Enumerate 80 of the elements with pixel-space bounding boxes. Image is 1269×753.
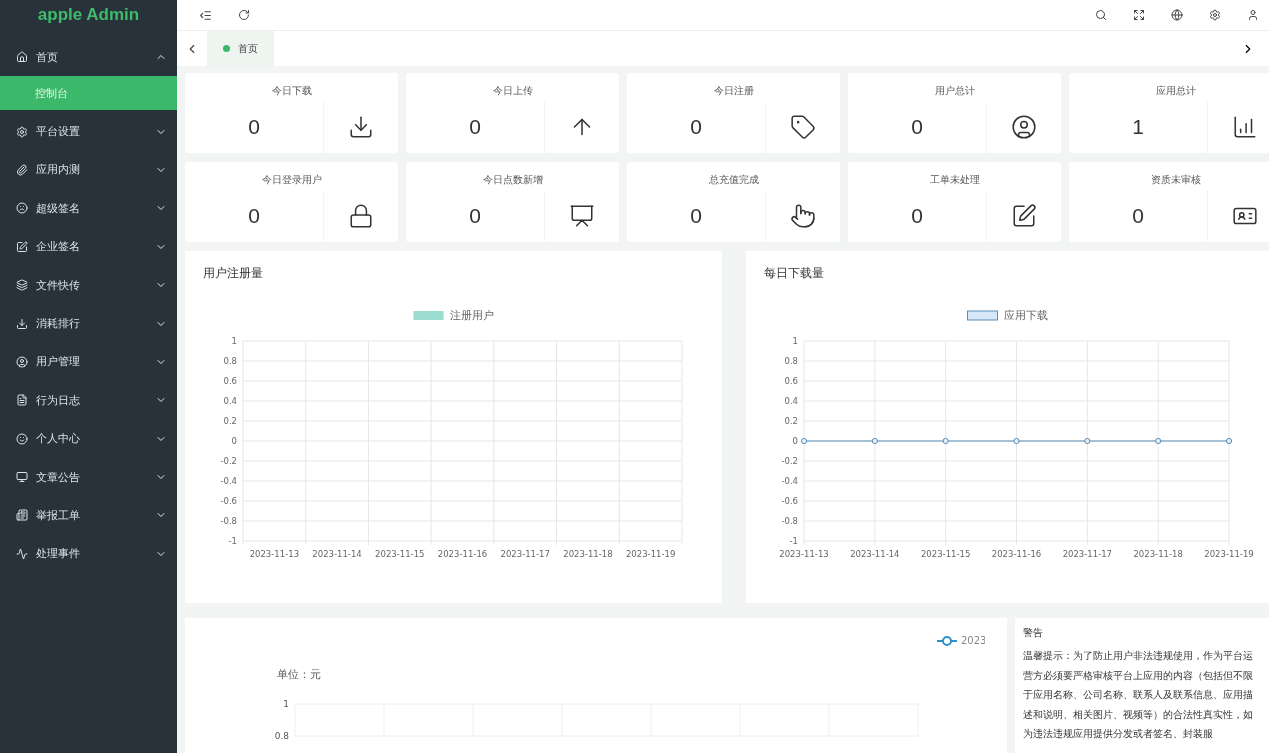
axis-tick-label: 2023-11-16	[437, 549, 488, 559]
stat-label: 用户总计	[933, 84, 976, 98]
menu-label: 应用内测	[36, 162, 81, 178]
menu-label: 举报工单	[36, 508, 81, 523]
chart-title: 每日下载量	[763, 265, 825, 282]
axis-tick-label: 2023-11-13	[779, 549, 829, 559]
axis-tick-label: 2023-11-14	[850, 549, 900, 559]
axis-tick-label: -0.2	[220, 456, 237, 466]
axis-tick-label: 0	[231, 436, 237, 446]
stat-value: 0	[247, 114, 261, 140]
legend-label: 应用下载	[1003, 309, 1048, 322]
axis-tick-label: 1	[283, 699, 289, 709]
stat-label: 应用总计	[1154, 84, 1197, 98]
axis-tick-label: 0.4	[784, 396, 798, 406]
stat-value: 0	[910, 114, 924, 140]
axis-tick-label: 0.8	[784, 356, 798, 366]
axis-tick-label: 0	[792, 436, 798, 446]
axis-tick-label: -0.4	[220, 476, 237, 486]
stat-label: 总充值完成	[707, 173, 760, 187]
axis-tick-label: 0.8	[223, 356, 237, 366]
chart-title: 用户注册量	[202, 265, 264, 282]
stat-value: 0	[1131, 203, 1145, 229]
stat-value: 0	[247, 203, 261, 229]
notice-text: 温馨提示：为了防止用户非法违规使用，作为平台运营方必须要严格审核平台上应用的内容（包括但不限于应用名称、公司名称、联系人及联系信息、应用描述和说明、相关图片、视频等）的合法性真实性，如为违法违规应用提供分发或者签名、封装服	[1023, 649, 1254, 741]
stat-label: 今日注册	[712, 84, 755, 98]
axis-tick-label: 2023-11-15	[920, 549, 971, 559]
stat-value: 0	[689, 203, 703, 229]
axis-tick-label: -0.8	[781, 516, 798, 526]
stat-label: 今日登录用户	[260, 173, 323, 187]
stat-value: 1	[1131, 114, 1145, 140]
menu-label: 超级签名	[36, 200, 81, 216]
menu-label: 企业签名	[36, 239, 81, 255]
app-logo: apple Admin	[36, 4, 141, 26]
axis-tick-label: 0.4	[223, 396, 237, 406]
axis-tick-label: 0.2	[784, 416, 798, 426]
axis-tick-label: -0.6	[220, 496, 237, 506]
axis-tick-label: 0.8	[274, 731, 289, 741]
stat-label: 今日点数新增	[481, 173, 544, 187]
axis-tick-label: 2023-11-18	[1133, 549, 1183, 559]
axis-tick-label: -0.4	[781, 476, 798, 486]
stat-label: 工单未处理	[928, 173, 981, 187]
axis-tick-label: -0.8	[220, 516, 237, 526]
menu-label: 用户管理	[36, 354, 81, 370]
axis-tick-label: 2023-11-19	[1204, 549, 1254, 559]
stat-label: 今日上传	[491, 84, 534, 98]
axis-tick-label: 2023-11-14	[312, 549, 362, 559]
notice-title: 警告	[1023, 626, 1044, 640]
axis-tick-label: 2023-11-13	[249, 549, 300, 559]
stat-label: 资质未审核	[1149, 173, 1202, 187]
axis-tick-label: 2023-11-19	[625, 549, 676, 559]
menu-label: 个人中心	[36, 431, 81, 447]
menu-label: 文章公告	[36, 469, 81, 485]
menu-label: 首页	[36, 49, 59, 65]
axis-tick-label: 1	[792, 336, 798, 346]
axis-tick-label: 2023-11-18	[563, 549, 613, 559]
stat-value: 0	[468, 114, 482, 140]
menu-label: 消耗排行	[36, 316, 81, 332]
axis-tick-label: -0.6	[781, 496, 798, 506]
axis-unit-label: 单位：元	[277, 668, 321, 681]
axis-tick-label: 0.6	[784, 376, 798, 386]
axis-tick-label: 2023-11-17	[1062, 549, 1113, 559]
stat-value: 0	[689, 114, 703, 140]
axis-tick-label: -0.2	[781, 456, 798, 466]
stat-value: 0	[468, 203, 482, 229]
menu-label: 处理事件	[36, 546, 81, 562]
menu-label: 行为日志	[36, 392, 81, 408]
legend-label: 注册用户	[449, 309, 494, 322]
axis-tick-label: 0.2	[223, 416, 237, 426]
legend-label: 2023	[961, 635, 985, 646]
axis-tick-label: 0.6	[223, 376, 237, 386]
menu-label: 文件快传	[36, 277, 81, 293]
axis-tick-label: 2023-11-15	[375, 549, 425, 559]
axis-tick-label: 2023-11-16	[991, 549, 1042, 559]
stat-value: 0	[910, 203, 924, 229]
axis-tick-label: -1	[789, 536, 798, 546]
menu-label: 平台设置	[36, 124, 81, 140]
axis-tick-label: 1	[231, 336, 237, 346]
axis-tick-label: 2023-11-17	[500, 549, 550, 559]
axis-tick-label: -1	[228, 536, 237, 546]
stat-label: 今日下载	[270, 84, 313, 98]
